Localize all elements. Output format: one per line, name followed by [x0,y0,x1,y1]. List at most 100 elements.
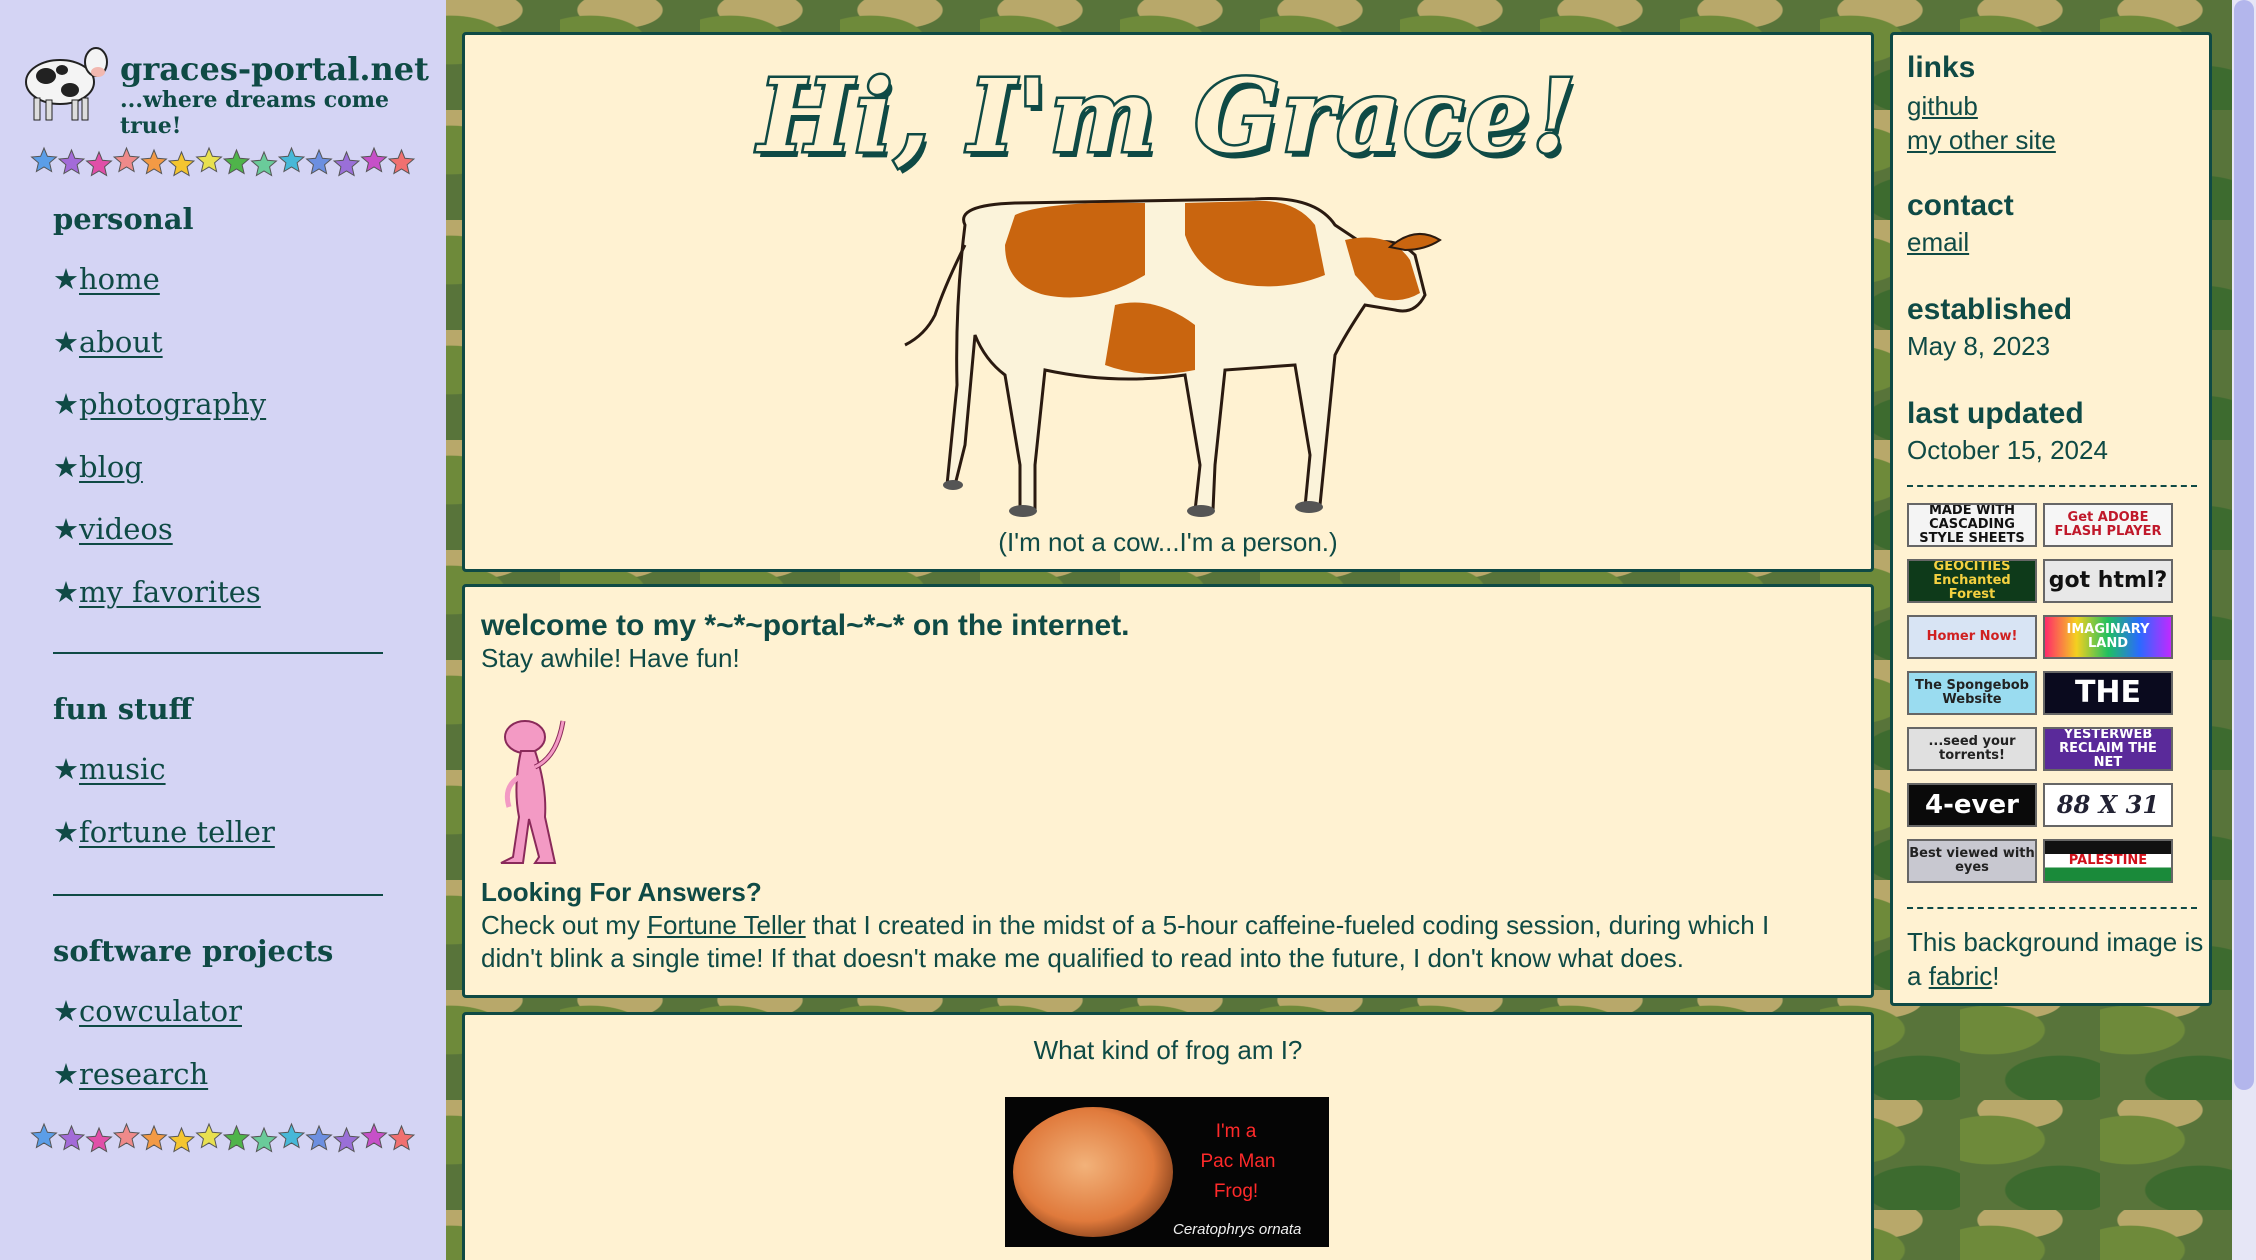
cow-logo [25,47,108,121]
decorative-star-icon [195,1122,223,1149]
decorative-star-icon [140,148,168,175]
nav-link-photography[interactable]: photography [79,387,266,421]
contact-heading: contact [1907,189,2014,222]
badge-divider-top [1907,485,2197,487]
established-heading: established [1907,293,2073,326]
badge-enchanted-forest[interactable]: GEOCITIES Enchanted Forest [1907,559,2037,603]
left-sidebar: graces-portal.net ...where dreams come t… [0,0,446,1260]
decorative-star-icon [277,146,306,173]
site-name[interactable]: graces-portal.net [120,50,429,88]
right-sidebar: links github my other site contact email… [1890,32,2212,1006]
star-bullet-icon: ★ [53,575,79,609]
frog-quiz-title: What kind of frog am I? [1033,1035,1303,1065]
decorative-star-icon [30,1122,58,1149]
badge-imaginary-land[interactable]: IMAGINARY LAND [2043,615,2173,659]
frog-result-line-1: I'm a [1215,1121,1257,1142]
hero-caption: (I'm not a cow...I'm a person.) [998,527,1338,557]
badge-88x31[interactable]: 88 X 31 [2043,783,2173,827]
nav-link-videos[interactable]: videos [79,512,173,546]
established-date: May 8, 2023 [1907,331,2051,361]
star-bullet-icon: ★ [53,815,79,849]
other-site-link[interactable]: my other site [1907,125,2056,156]
nav-link-fortune-teller[interactable]: fortune teller [79,815,275,849]
badge-palestine[interactable]: PALESTINE [2043,839,2173,883]
decorative-star-icon [360,146,388,173]
nav-item-blog[interactable]: ★blog [53,450,143,484]
links-heading: links [1907,51,1976,84]
badge-spongebob[interactable]: The Spongebob Website [1907,671,2037,715]
answers-text-before: Check out my [481,910,648,940]
badge-yesterweb[interactable]: YESTERWEB RECLAIM THE NET [2043,727,2173,771]
fabric-link[interactable]: fabric [1929,961,1993,991]
decorative-star-icon [140,1124,168,1151]
nav-item-music[interactable]: ★music [53,752,166,786]
decorative-star-icon [57,1124,86,1151]
badge-homer-now[interactable]: Homer Now! [1907,615,2037,659]
star-bullet-icon: ★ [53,387,79,421]
badge-divider-bottom [1907,907,2197,909]
frog-species-name: Ceratophrys ornata [1173,1221,1302,1238]
badge-4-ever[interactable]: 4-ever [1907,783,2037,827]
nav-item-photography[interactable]: ★photography [53,387,266,421]
nav-link-about[interactable]: about [79,325,163,359]
badge-got-html[interactable]: got html? [2043,559,2173,603]
nav-section-software-projects: software projects [53,934,334,968]
nav-link-blog[interactable]: blog [79,450,143,484]
nav-item-my-favorites[interactable]: ★my favorites [53,575,261,609]
star-bullet-icon: ★ [53,450,79,484]
background-credit-note: This background image is a fabric! [1907,925,2207,993]
github-link[interactable]: github [1907,91,1978,122]
scrollbar-thumb[interactable] [2234,0,2254,1090]
nav-item-home[interactable]: ★home [53,262,160,296]
decorative-star-icon [195,146,223,173]
star-bullet-icon: ★ [53,512,79,546]
fortune-teller-link[interactable]: Fortune Teller [647,910,806,940]
nav-section-fun-stuff: fun stuff [53,692,193,726]
badge-css[interactable]: MADE WITH CASCADING STYLE SHEETS [1907,503,2037,547]
badge-the[interactable]: THE [2043,671,2173,715]
hero-title: Hi, I'm Grace! [756,55,1578,178]
decorative-star-icon [85,1126,113,1153]
decorative-star-icon [112,146,141,173]
decorative-star-icon [387,1124,416,1151]
nav-link-research[interactable]: research [79,1057,208,1091]
nav-link-my-favorites[interactable]: my favorites [79,575,261,609]
frog-panel: What kind of frog am I? I'm a Pac Man Fr… [462,1012,1874,1260]
decorative-star-icon [332,1126,361,1153]
nav-item-cowculator[interactable]: ★cowculator [53,994,242,1028]
decorative-star-icon [112,1122,141,1149]
frog-quiz-result-image[interactable]: I'm a Pac Man Frog! Ceratophrys ornata [1005,1097,1329,1247]
welcome-heading: welcome to my *~*~portal~*~* on the inte… [481,609,1130,642]
cow-illustration [904,197,1442,517]
last-updated-date: October 15, 2024 [1907,435,2108,465]
site-tagline: ...where dreams come true! [120,87,390,139]
frog-result-line-3: Frog! [1213,1181,1259,1202]
nav-link-home[interactable]: home [79,262,160,296]
nav-link-music[interactable]: music [79,752,166,786]
star-bullet-icon: ★ [53,262,79,296]
nav-item-about[interactable]: ★about [53,325,163,359]
frog-result-line-2: Pac Man [1200,1151,1276,1172]
decorative-star-icon [387,148,416,175]
badge-flash-player[interactable]: Get ADOBE FLASH PLAYER [2043,503,2173,547]
nav-item-research[interactable]: ★research [53,1057,208,1091]
decorative-star-icon [222,148,251,175]
badge-best-viewed-with-eyes[interactable]: Best viewed with eyes [1907,839,2037,883]
decorative-star-icon [167,150,196,177]
decorative-star-icon [85,150,113,177]
answers-heading: Looking For Answers? [481,877,762,907]
badge-seed-torrents[interactable]: ...seed your torrents! [1907,727,2037,771]
decorative-star-icon [167,1126,196,1153]
star-bullet-icon: ★ [53,752,79,786]
decorative-star-icon [222,1124,251,1151]
nav-item-videos[interactable]: ★videos [53,512,173,546]
star-row-decoration-bottom [30,1122,416,1153]
frog-picture [1013,1107,1173,1237]
nav-item-fortune-teller[interactable]: ★fortune teller [53,815,275,849]
nav-divider [53,652,383,654]
decorative-star-icon [305,148,333,175]
email-link[interactable]: email [1907,227,1969,258]
bg-note-text-after: ! [1992,961,2000,991]
nav-link-cowculator[interactable]: cowculator [79,994,242,1028]
star-bullet-icon: ★ [53,325,79,359]
